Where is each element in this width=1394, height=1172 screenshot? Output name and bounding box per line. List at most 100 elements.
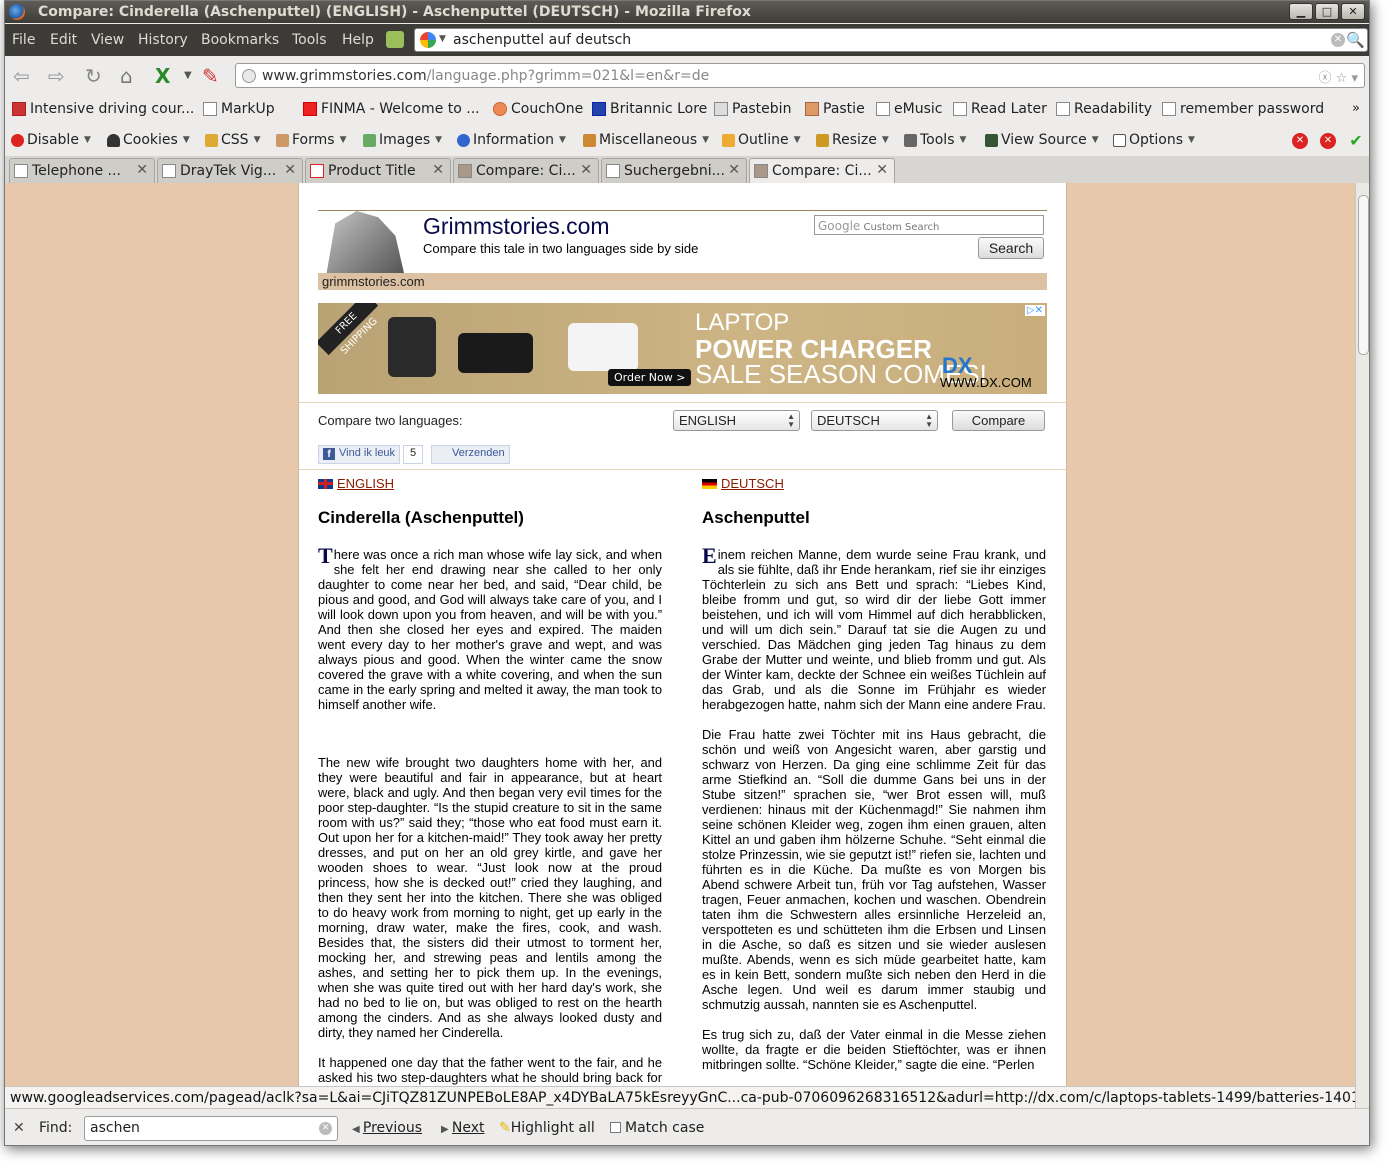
minimize-button[interactable]: ▁ — [1289, 3, 1313, 20]
close-tab-icon[interactable]: ✕ — [876, 162, 888, 178]
dev-cookies-menu[interactable]: Cookies ▼ — [107, 132, 190, 148]
menu-bookmarks[interactable]: Bookmarks — [201, 32, 279, 48]
js-error-icon[interactable]: ✕ — [1320, 133, 1336, 149]
dev-disable-menu[interactable]: Disable ▼ — [11, 132, 91, 148]
reload-button[interactable]: ↻ — [85, 64, 102, 88]
check-icon[interactable]: ✔ — [1348, 133, 1364, 149]
wikipedia-icon — [606, 164, 620, 178]
menu-view[interactable]: View — [91, 32, 124, 48]
page-viewport[interactable]: Grimmstories.com Compare this tale in tw… — [5, 183, 1355, 1086]
close-tab-icon[interactable]: ✕ — [432, 162, 444, 178]
navigation-toolbar: ⇦ ⇨ ↻ ⌂ X ▼ ✎ www.grimmstories.com/langu… — [5, 56, 1369, 94]
bookmark-item[interactable]: FINMA - Welcome to ... — [303, 101, 480, 117]
bookmark-item[interactable]: MarkUp — [203, 101, 275, 117]
xmarks-icon[interactable]: X — [155, 64, 170, 88]
site-title[interactable]: Grimmstories.com — [423, 213, 610, 240]
facebook-like-button[interactable]: Vind ik leuk — [318, 445, 401, 464]
back-button[interactable]: ⇦ — [13, 64, 30, 88]
left-language-select[interactable]: ENGLISH ▲ ▼ — [673, 410, 800, 431]
compare-button[interactable]: Compare — [952, 410, 1045, 431]
close-tab-icon[interactable]: ✕ — [284, 162, 296, 178]
dev-label: Resize — [832, 132, 877, 148]
tab-item[interactable]: Telephone ... ✕ — [9, 158, 155, 183]
vertical-scrollbar[interactable] — [1355, 183, 1369, 1108]
address-bar[interactable]: www.grimmstories.com/language.php?grimm=… — [235, 63, 1365, 88]
close-find-bar-icon[interactable]: ✕ — [13, 1120, 25, 1136]
english-language-link[interactable]: ENGLISH — [318, 476, 662, 491]
adchoices-icon[interactable]: ▷✕ — [1024, 305, 1045, 316]
home-button[interactable]: ⌂ — [120, 64, 133, 88]
tab-item-active[interactable]: Compare: Ci... ✕ — [749, 158, 895, 183]
bookmark-item[interactable]: Pastie — [805, 101, 865, 117]
bookmark-item[interactable]: Read Later — [953, 101, 1047, 117]
chevron-right-icon[interactable]: » — [1352, 101, 1360, 116]
menu-file[interactable]: File — [12, 32, 35, 48]
match-case-checkbox[interactable]: Match case — [610, 1120, 704, 1136]
bookmark-item[interactable]: Readability — [1056, 101, 1152, 117]
tab-item[interactable]: Suchergebni... ✕ — [601, 158, 747, 183]
dev-options-menu[interactable]: Options ▼ — [1113, 132, 1195, 148]
search-button[interactable]: Search — [978, 237, 1044, 259]
web-search-box[interactable]: ▼ aschenputtel auf deutsch ✕ 🔍 — [414, 28, 1368, 52]
close-tab-icon[interactable]: ✕ — [136, 162, 148, 178]
dev-label: Miscellaneous — [599, 132, 698, 148]
close-tab-icon[interactable]: ✕ — [580, 162, 592, 178]
search-input[interactable]: aschenputtel auf deutsch — [453, 32, 631, 48]
checkbox-box[interactable] — [610, 1122, 621, 1133]
url-input[interactable]: www.grimmstories.com/language.php?grimm=… — [262, 68, 709, 84]
addon-icon[interactable] — [386, 31, 404, 48]
site-identity-icon[interactable] — [242, 69, 256, 83]
dev-outline-menu[interactable]: Outline ▼ — [722, 132, 801, 148]
google-icon[interactable] — [420, 32, 436, 48]
dev-tools-menu[interactable]: Tools ▼ — [904, 132, 966, 148]
bookmark-item[interactable]: Intensive driving cour... — [12, 101, 194, 117]
firefox-icon — [9, 4, 25, 20]
search-placeholder: Custom Search — [863, 222, 940, 233]
menu-edit[interactable]: Edit — [50, 32, 77, 48]
forward-button[interactable]: ⇨ — [48, 64, 65, 88]
menu-tools[interactable]: Tools — [292, 32, 327, 48]
dev-view-source-menu[interactable]: View Source ▼ — [985, 132, 1099, 148]
facebook-send-button[interactable]: Verzenden — [431, 445, 510, 464]
css-error-icon[interactable]: ✕ — [1292, 133, 1308, 149]
dev-information-menu[interactable]: Information ▼ — [457, 132, 566, 148]
dev-images-menu[interactable]: Images ▼ — [363, 132, 442, 148]
clear-find-icon[interactable]: ✕ — [319, 1122, 332, 1135]
chevron-down-icon[interactable]: ▼ — [184, 70, 192, 81]
maximize-button[interactable]: □ — [1315, 3, 1339, 20]
bookmark-item[interactable]: Britannic Lore — [592, 101, 707, 117]
menu-history[interactable]: History — [138, 32, 188, 48]
deutsch-language-link[interactable]: DEUTSCH — [702, 476, 1046, 491]
bookmark-star-icon[interactable]: ⓧ ☆ ▾ — [1319, 67, 1358, 86]
dev-resize-menu[interactable]: Resize ▼ — [816, 132, 889, 148]
dev-miscellaneous-menu[interactable]: Miscellaneous ▼ — [583, 132, 709, 148]
right-language-select[interactable]: DEUTSCH ▲ ▼ — [811, 410, 938, 431]
tab-item[interactable]: Product Title ✕ — [305, 158, 451, 183]
advertisement-banner[interactable]: FREE SHIPPING Order Now > LAPTOP POWER C… — [318, 303, 1047, 394]
dev-css-menu[interactable]: CSS ▼ — [205, 132, 260, 148]
menu-help[interactable]: Help — [342, 32, 374, 48]
bookmark-item[interactable]: Pastebin — [714, 101, 791, 117]
find-input[interactable]: aschen ✕ — [84, 1116, 338, 1141]
find-previous-button[interactable]: ◀ Previous — [352, 1120, 422, 1136]
find-next-button[interactable]: ▶ Next — [441, 1120, 485, 1136]
bookmark-item[interactable]: CouchOne — [493, 101, 583, 117]
search-icon[interactable]: 🔍 — [1346, 31, 1365, 49]
tab-item[interactable]: Compare: Ci... ✕ — [453, 158, 599, 183]
order-now-button[interactable]: Order Now > — [608, 369, 692, 386]
highlight-all-button[interactable]: ✎Highlight all — [499, 1120, 595, 1136]
bookmark-item[interactable]: eMusic — [876, 101, 942, 117]
scrollbar-thumb[interactable] — [1358, 195, 1369, 355]
clear-search-icon[interactable]: ✕ — [1331, 33, 1345, 47]
brothers-grimm-logo[interactable] — [326, 211, 404, 273]
close-window-button[interactable]: ✕ — [1341, 3, 1365, 20]
dev-forms-menu[interactable]: Forms ▼ — [276, 132, 346, 148]
bookmark-item[interactable]: remember password — [1162, 101, 1324, 117]
custom-search-input[interactable]: Google Custom Search — [814, 215, 1044, 235]
chevron-down-icon[interactable]: ▼ — [439, 34, 446, 44]
tab-label: DrayTek Vig... — [180, 163, 277, 179]
close-tab-icon[interactable]: ✕ — [728, 162, 740, 178]
tab-label: Suchergebni... — [624, 163, 725, 179]
eraser-icon[interactable]: ✎ — [202, 64, 219, 88]
tab-item[interactable]: DrayTek Vig... ✕ — [157, 158, 303, 183]
